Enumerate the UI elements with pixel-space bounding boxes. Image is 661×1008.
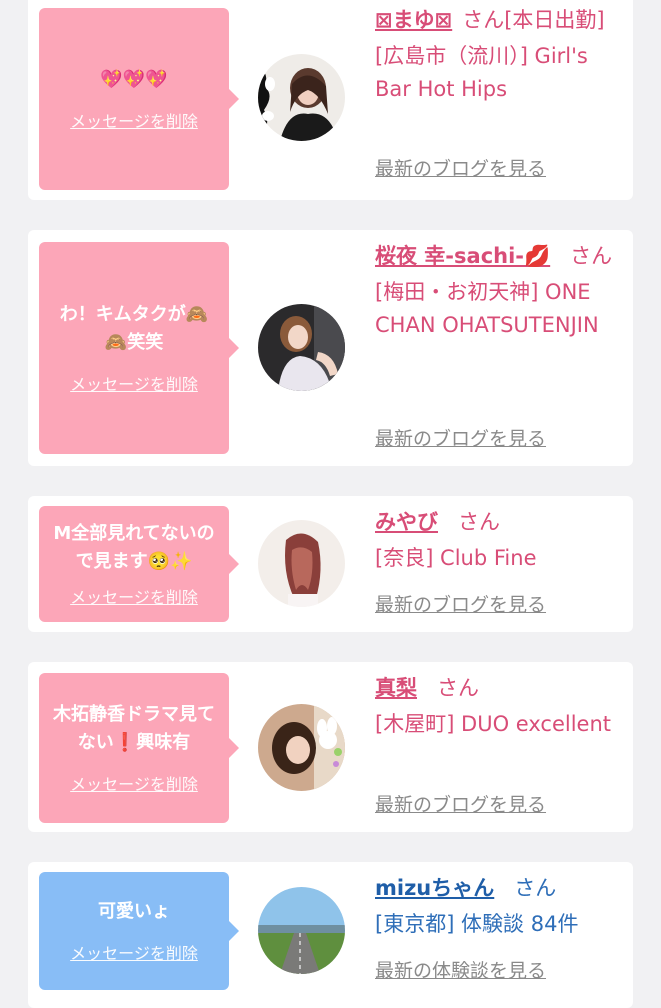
honorific: さん bbox=[462, 8, 505, 32]
honorific: さん bbox=[458, 510, 500, 534]
location-text: [東京都] 体験談 84件 bbox=[375, 912, 579, 936]
user-name-link[interactable]: ⊠まゆ⊠ bbox=[375, 8, 452, 32]
delete-message-link[interactable]: メッセージを削除 bbox=[70, 771, 198, 795]
user-info: mizuちゃん さん [東京都] 体験談 84件 最新の体験談を見る bbox=[375, 872, 625, 982]
bubble-message: 木拓静香ドラマ見てない❗興味有 bbox=[53, 704, 215, 753]
latest-blog-link[interactable]: 最新のブログを見る bbox=[375, 590, 546, 617]
location-text: [木屋町] DUO excellent bbox=[375, 712, 612, 736]
bubble-message: 可愛いょ bbox=[98, 901, 170, 922]
message-bubble: 木拓静香ドラマ見てない❗興味有 メッセージを削除 bbox=[39, 673, 239, 823]
bubble-message: M全部見れてないので見ます🥺✨ bbox=[53, 523, 215, 572]
honorific: さん bbox=[437, 676, 479, 700]
user-name-link[interactable]: みやび bbox=[375, 510, 438, 534]
user-info: みやび さん [奈良] Club Fine 最新のブログを見る bbox=[375, 506, 625, 616]
latest-experience-link[interactable]: 最新の体験談を見る bbox=[375, 956, 546, 983]
avatar-landscape-icon bbox=[258, 887, 345, 974]
avatar-photo-icon bbox=[258, 54, 345, 141]
message-bubble: 💖💖💖 メッセージを削除 bbox=[39, 8, 239, 190]
user-info: 真梨 さん [木屋町] DUO excellent 最新のブログを見る bbox=[375, 672, 625, 816]
bubble-message: 💖💖💖 bbox=[100, 69, 168, 90]
latest-blog-link[interactable]: 最新のブログを見る bbox=[375, 424, 546, 451]
latest-blog-link[interactable]: 最新のブログを見る bbox=[375, 790, 546, 817]
delete-message-link[interactable]: メッセージを削除 bbox=[70, 371, 198, 395]
delete-message-link[interactable]: メッセージを削除 bbox=[70, 108, 198, 132]
honorific: さん bbox=[514, 876, 557, 900]
avatar[interactable] bbox=[258, 704, 345, 791]
avatar[interactable] bbox=[258, 54, 345, 141]
delete-message-link[interactable]: メッセージを削除 bbox=[70, 584, 198, 608]
latest-blog-link[interactable]: 最新のブログを見る bbox=[375, 154, 546, 181]
message-bubble: わ！キムタクが🙈🙈笑笑 メッセージを削除 bbox=[39, 242, 239, 454]
user-name-link[interactable]: 桜夜 幸-sachi-💋 bbox=[375, 244, 550, 268]
avatar-photo-icon bbox=[258, 704, 345, 791]
delete-message-link[interactable]: メッセージを削除 bbox=[70, 940, 198, 964]
user-name-link[interactable]: mizuちゃん bbox=[375, 876, 494, 900]
message-bubble: 可愛いょ メッセージを削除 bbox=[39, 872, 239, 990]
avatar-photo-icon bbox=[258, 520, 345, 607]
user-info: ⊠まゆ⊠ さん[本日出勤] [広島市（流川）] Girl's Bar Hot Hi… bbox=[375, 4, 625, 180]
location-text: [梅田・お初天神] ONE CHAN OHATSUTENJIN bbox=[375, 280, 599, 337]
message-card: 💖💖💖 メッセージを削除 ⊠まゆ⊠ さん[本日出勤] [広島市（流川）] Girl… bbox=[28, 0, 633, 200]
message-card: 可愛いょ メッセージを削除 mizuちゃん さん [東京都] 体験談 84件 最新… bbox=[28, 862, 633, 1008]
user-info: 桜夜 幸-sachi-💋 さん [梅田・お初天神] ONE CHAN OHATSU… bbox=[375, 240, 625, 450]
location-text: [広島市（流川）] Girl's Bar Hot Hips bbox=[375, 44, 588, 101]
avatar[interactable] bbox=[258, 520, 345, 607]
user-name-link[interactable]: 真梨 bbox=[375, 676, 417, 700]
honorific: さん bbox=[570, 244, 613, 268]
message-bubble: M全部見れてないので見ます🥺✨ メッセージを削除 bbox=[39, 506, 239, 622]
avatar-photo-icon bbox=[258, 304, 345, 391]
avatar[interactable] bbox=[258, 304, 345, 391]
status-text: [本日出勤] bbox=[504, 8, 605, 32]
bubble-message: わ！キムタクが🙈🙈笑笑 bbox=[59, 304, 209, 353]
avatar[interactable] bbox=[258, 887, 345, 974]
message-card: 木拓静香ドラマ見てない❗興味有 メッセージを削除 真梨 さん [木屋町] DUO … bbox=[28, 662, 633, 832]
message-card: わ！キムタクが🙈🙈笑笑 メッセージを削除 桜夜 幸-sachi-💋 さん [梅田・… bbox=[28, 230, 633, 466]
location-text: [奈良] Club Fine bbox=[375, 546, 537, 570]
message-card: M全部見れてないので見ます🥺✨ メッセージを削除 みやび さん [奈良] Club… bbox=[28, 496, 633, 632]
